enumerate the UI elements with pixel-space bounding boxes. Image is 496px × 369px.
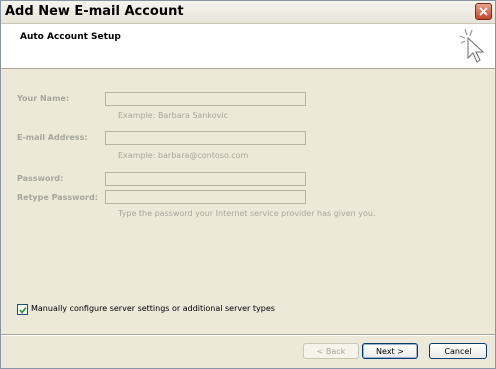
password-field[interactable] <box>105 172 306 186</box>
manual-config-checkbox[interactable] <box>17 304 28 315</box>
back-button[interactable]: < Back <box>303 343 359 359</box>
your-name-label: Your Name: <box>17 94 70 103</box>
page-title: Auto Account Setup <box>20 32 121 42</box>
manual-config-label: Manually configure server settings or ad… <box>31 304 275 313</box>
cursor-click-icon <box>459 28 485 63</box>
close-icon <box>479 7 488 16</box>
checkmark-icon <box>19 306 27 314</box>
retype-password-field[interactable] <box>105 190 306 204</box>
title-bar: Add New E-mail Account <box>1 1 495 24</box>
email-address-label: E-mail Address: <box>17 133 88 142</box>
email-address-hint: Example: barbara@contoso.com <box>118 151 249 160</box>
next-button[interactable]: Next > <box>362 343 418 359</box>
password-hint: Type the password your Internet service … <box>118 209 376 218</box>
cancel-button[interactable]: Cancel <box>429 343 487 359</box>
password-label: Password: <box>17 174 64 183</box>
add-email-account-dialog: Add New E-mail Account Auto Account Setu… <box>0 0 496 369</box>
close-button[interactable] <box>475 3 492 20</box>
window-title: Add New E-mail Account <box>5 4 184 19</box>
retype-password-label: Retype Password: <box>17 193 98 202</box>
footer-divider <box>1 334 495 336</box>
your-name-field[interactable] <box>105 92 306 106</box>
account-form: Your Name: Example: Barbara Sankovic E-m… <box>1 69 495 329</box>
email-address-field[interactable] <box>105 131 306 145</box>
your-name-hint: Example: Barbara Sankovic <box>118 111 228 120</box>
wizard-header: Auto Account Setup <box>1 24 495 69</box>
